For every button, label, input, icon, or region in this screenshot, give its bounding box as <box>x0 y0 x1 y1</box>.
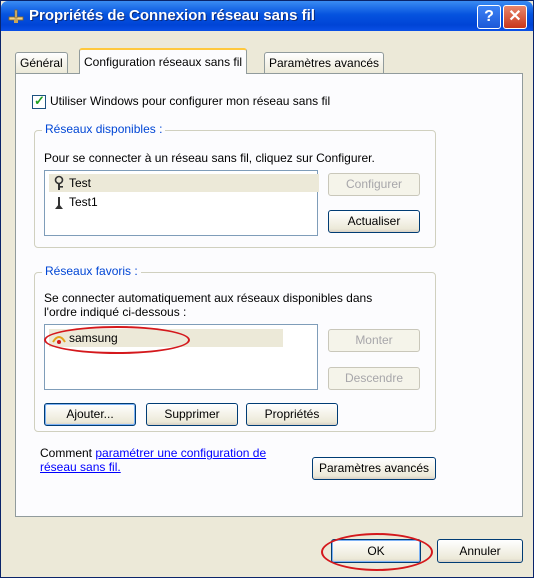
available-networks-description: Pour se connecter à un réseau sans fil, … <box>44 151 375 165</box>
network-name: Test1 <box>69 195 98 209</box>
list-item-test1[interactable]: Test1 <box>49 193 319 211</box>
remove-button[interactable]: Supprimer <box>146 403 238 426</box>
add-button[interactable]: Ajouter... <box>44 403 136 426</box>
ok-button[interactable]: OK <box>331 539 421 563</box>
tab-general[interactable]: Général <box>15 52 68 73</box>
list-item-test[interactable]: Test <box>49 174 319 192</box>
preferred-networks-title: Réseaux favoris : <box>42 264 141 278</box>
cancel-button[interactable]: Annuler <box>437 539 523 563</box>
help-text-prefix: Comment <box>40 446 96 460</box>
key-icon <box>54 175 64 190</box>
preferred-networks-description-1: Se connecter automatiquement aux réseaux… <box>44 291 373 305</box>
checkmark-icon: ✓ <box>34 93 45 108</box>
title-bar[interactable]: Propriétés de Connexion réseau sans fil … <box>1 1 533 31</box>
refresh-button[interactable]: Actualiser <box>328 210 420 233</box>
properties-dialog: Propriétés de Connexion réseau sans fil … <box>0 0 534 578</box>
help-text: Comment paramétrer une configuration de <box>40 446 266 460</box>
network-name: samsung <box>69 331 118 345</box>
window-title: Propriétés de Connexion réseau sans fil <box>29 7 315 24</box>
network-connection-icon <box>8 9 24 23</box>
preferred-networks-description-2: l'ordre indiqué ci-dessous : <box>44 305 187 319</box>
help-link[interactable]: paramétrer une configuration de <box>95 446 266 460</box>
tab-advanced[interactable]: Paramètres avancés <box>264 52 385 73</box>
list-item-samsung[interactable]: samsung <box>49 329 283 347</box>
tab-wireless-configuration[interactable]: Configuration réseaux sans fil <box>79 48 248 74</box>
use-windows-label: Utiliser Windows pour configurer mon rés… <box>50 94 331 108</box>
tab-panel: ✓ Utiliser Windows pour configurer mon r… <box>15 73 523 517</box>
wireless-network-icon <box>52 336 66 344</box>
signal-antenna-icon <box>55 197 63 209</box>
up-button[interactable]: Monter <box>328 329 420 352</box>
help-link-line2[interactable]: réseau sans fil. <box>40 460 121 474</box>
down-button[interactable]: Descendre <box>328 367 420 390</box>
available-networks-title: Réseaux disponibles : <box>42 122 166 136</box>
advanced-button[interactable]: Paramètres avancés <box>312 457 436 480</box>
use-windows-checkbox[interactable]: ✓ <box>32 93 46 109</box>
properties-button[interactable]: Propriétés <box>246 403 338 426</box>
preferred-networks-list[interactable]: samsung <box>44 324 318 390</box>
available-networks-list[interactable]: Test Test1 <box>44 170 319 236</box>
close-button[interactable]: ✕ <box>503 5 527 29</box>
configure-button[interactable]: Configurer <box>328 173 420 196</box>
help-button[interactable]: ? <box>477 5 501 29</box>
network-name: Test <box>69 176 92 190</box>
